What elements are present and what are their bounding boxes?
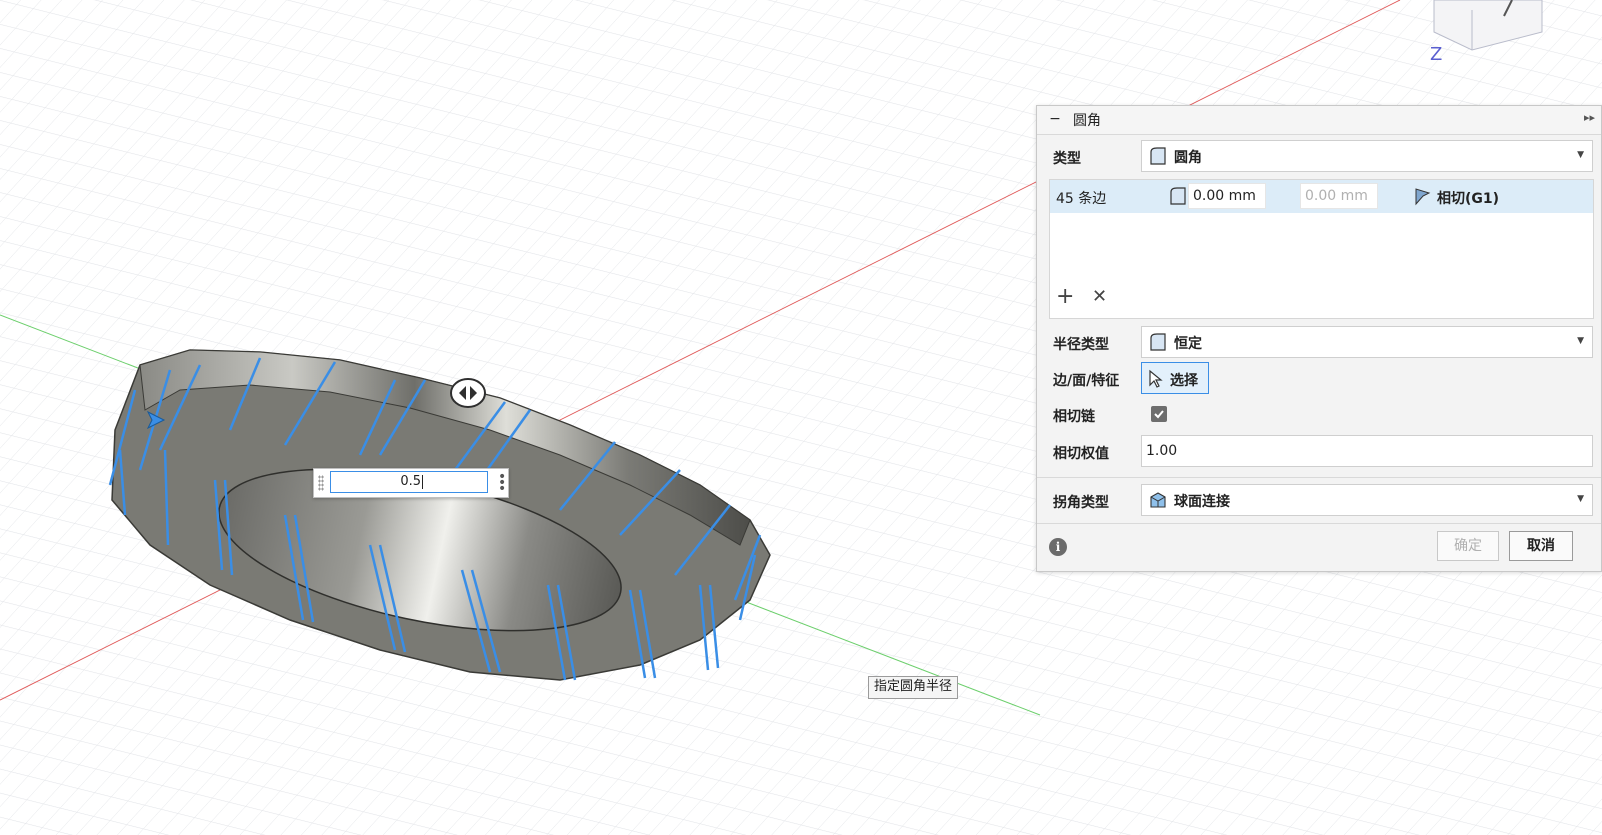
radius-field[interactable]: 0.00 mm — [1188, 183, 1266, 209]
corner-type-value: 球面连接 — [1174, 494, 1230, 510]
type-row: 类型 圆角 ▼ — [1037, 140, 1602, 174]
constant-radius-icon — [1150, 333, 1166, 351]
selection-row: 边/面/特征 选择 — [1037, 362, 1602, 396]
close-icon[interactable]: ✕ — [1092, 286, 1107, 308]
tangent-weight-input[interactable]: 1.00 — [1141, 435, 1593, 467]
panel-title: 圆角 — [1073, 113, 1101, 129]
type-value: 圆角 — [1174, 150, 1202, 166]
manipulator-handle-icon[interactable] — [450, 378, 486, 408]
edge-set-list: 45 条边 0.00 mm 0.00 mm 相切(G1) + ✕ — [1049, 179, 1594, 319]
more-options-icon[interactable]: • • • — [498, 470, 506, 496]
fillet-type-icon — [1150, 147, 1166, 165]
tangent-weight-row: 相切权值 1.00 — [1037, 435, 1602, 469]
select-button[interactable]: 选择 — [1141, 362, 1209, 394]
radius-value: 0.5 — [400, 474, 421, 489]
edge-set-row[interactable]: 45 条边 0.00 mm 0.00 mm 相切(G1) — [1050, 180, 1593, 213]
radius-type-row: 半径类型 恒定 ▼ — [1037, 326, 1602, 360]
radius-type-value: 恒定 — [1174, 336, 1202, 352]
radius-secondary-field[interactable]: 0.00 mm — [1300, 183, 1378, 209]
corner-type-dropdown[interactable]: 球面连接 ▼ — [1141, 484, 1593, 516]
expand-panel-icon[interactable]: ▸▸ — [1584, 111, 1595, 124]
viewcube-z-label: Z — [1430, 44, 1442, 65]
collapse-icon[interactable]: − — [1049, 112, 1061, 126]
checkmark-icon — [1154, 410, 1164, 419]
chevron-down-icon: ▼ — [1577, 494, 1584, 504]
type-label: 类型 — [1053, 151, 1081, 167]
type-dropdown[interactable]: 圆角 ▼ — [1141, 140, 1593, 172]
section-divider — [1037, 477, 1601, 478]
status-tooltip: 指定圆角半径 — [868, 676, 959, 699]
drag-grip-icon[interactable] — [318, 475, 324, 491]
cancel-button[interactable]: 取消 — [1509, 531, 1573, 561]
panel-footer: i 确定 取消 — [1037, 523, 1601, 572]
corner-type-label: 拐角类型 — [1053, 495, 1109, 511]
chevron-down-icon: ▼ — [1577, 150, 1584, 160]
radius-type-label: 半径类型 — [1053, 337, 1109, 353]
cursor-arrow-icon — [1149, 369, 1163, 388]
fillet-radius-input[interactable]: 0.5 • • • — [313, 468, 509, 498]
setback-corner-icon — [1150, 492, 1166, 508]
add-icon[interactable]: + — [1056, 286, 1074, 308]
tangent-weight-label: 相切权值 — [1053, 446, 1109, 462]
radius-icon — [1170, 187, 1186, 205]
fillet-panel: − 圆角 ▸▸ 类型 圆角 ▼ 45 条边 0.00 mm 0.00 mm 相切… — [1036, 105, 1602, 572]
text-caret — [422, 474, 423, 489]
tangent-chain-label: 相切链 — [1053, 409, 1095, 425]
corner-type-row: 拐角类型 球面连接 ▼ — [1037, 484, 1602, 518]
edge-count: 45 条边 — [1056, 191, 1107, 207]
ok-button[interactable]: 确定 — [1437, 531, 1499, 561]
info-icon[interactable]: i — [1049, 538, 1067, 556]
selection-label: 边/面/特征 — [1053, 373, 1120, 389]
chevron-down-icon: ▼ — [1577, 336, 1584, 346]
tangent-continuity-icon — [1415, 188, 1431, 206]
select-button-label: 选择 — [1170, 373, 1198, 389]
tangent-chain-checkbox[interactable] — [1151, 406, 1167, 422]
tangent-chain-row: 相切链 — [1037, 398, 1602, 432]
panel-header: − 圆角 ▸▸ — [1037, 106, 1601, 135]
radius-value-field[interactable]: 0.5 — [330, 471, 488, 493]
continuity-value[interactable]: 相切(G1) — [1437, 188, 1499, 208]
radius-type-dropdown[interactable]: 恒定 ▼ — [1141, 326, 1593, 358]
